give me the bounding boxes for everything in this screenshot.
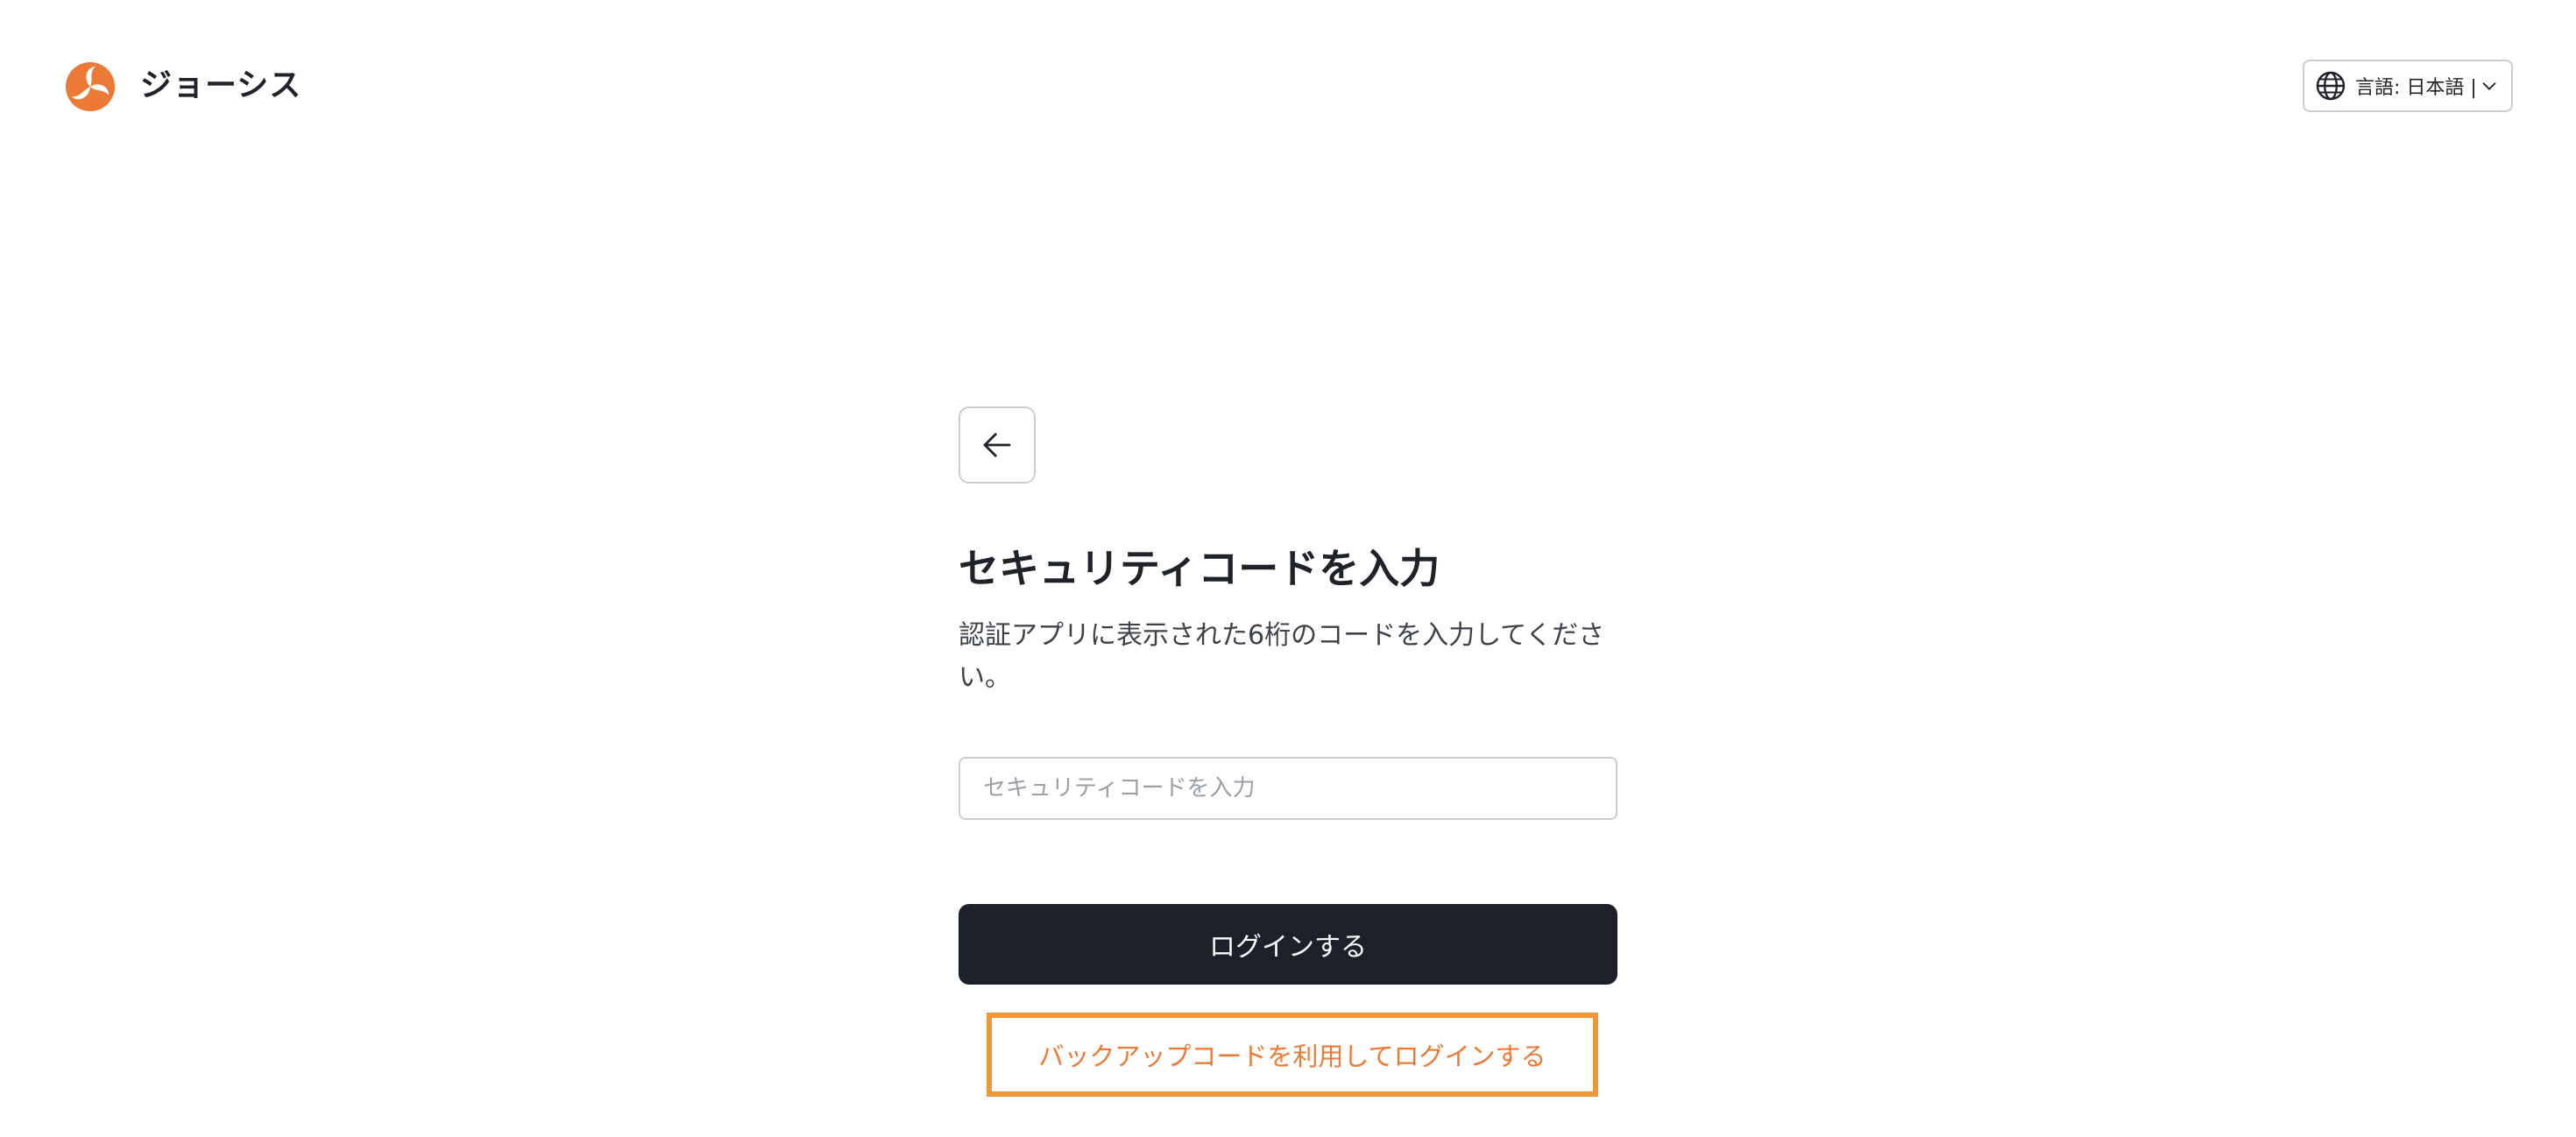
back-button[interactable] bbox=[959, 406, 1036, 484]
backup-code-login-link[interactable]: バックアップコードを利用してログインする bbox=[987, 1013, 1598, 1097]
page-description: 認証アプリに表示された6桁のコードを入力してください。 bbox=[959, 620, 1605, 693]
language-selector-button[interactable]: 言語: 日本語 | bbox=[2303, 60, 2513, 112]
brand-logo bbox=[65, 61, 116, 112]
globe-icon bbox=[2316, 71, 2346, 101]
page-title: セキュリティコードを入力 bbox=[959, 545, 1440, 592]
language-selector-label: 言語: 日本語 | bbox=[2355, 77, 2474, 99]
arrow-left-icon bbox=[983, 433, 1011, 457]
login-button[interactable]: ログインする bbox=[959, 904, 1617, 985]
chevron-down-icon bbox=[2482, 82, 2496, 90]
swirl-logo-icon bbox=[65, 61, 116, 112]
security-code-input[interactable] bbox=[959, 757, 1617, 820]
brand-name: ジョーシス bbox=[140, 67, 302, 103]
